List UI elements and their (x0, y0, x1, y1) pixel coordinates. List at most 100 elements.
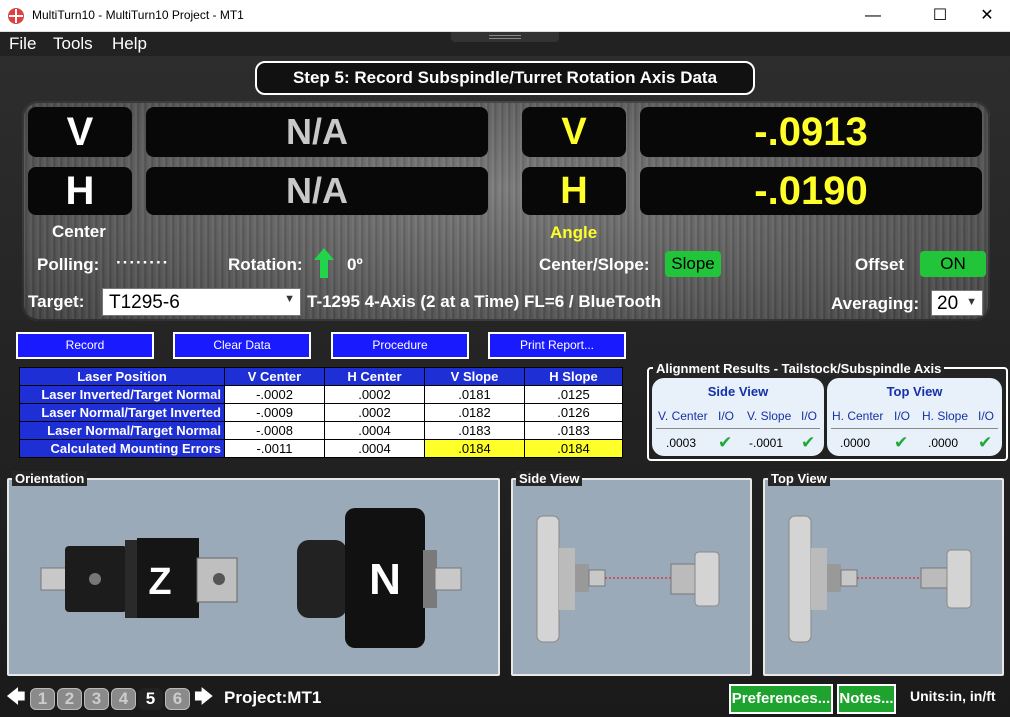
row-label: Calculated Mounting Errors (19, 439, 225, 458)
rotation-label: Rotation: (228, 255, 303, 274)
table-row: Laser Inverted/Target Normal -.0002 .000… (19, 385, 623, 404)
notes-button[interactable]: Notes... (837, 684, 896, 714)
header-h-center: H Center (324, 367, 425, 386)
minimize-button[interactable]: — (850, 0, 896, 32)
check-icon: ✔ (801, 433, 816, 452)
window-title: MultiTurn10 - MultiTurn10 Project - MT1 (32, 8, 244, 22)
top-h-center-value: .0000 (840, 436, 871, 450)
menu-tools[interactable]: Tools (53, 34, 93, 54)
top-view-panel (763, 478, 1004, 676)
app-icon (8, 8, 24, 24)
header-v-center: V Center (224, 367, 325, 386)
print-report-button[interactable]: Print Report... (488, 332, 626, 359)
offset-toggle[interactable]: ON (920, 251, 986, 277)
side-view-title: Side View (707, 384, 769, 399)
chevron-down-icon: ▼ (966, 296, 977, 308)
check-icon: ✔ (894, 433, 909, 452)
center-slope-toggle[interactable]: Slope (665, 251, 721, 277)
side-col-io: I/O (718, 409, 735, 423)
cell-h-slope: .0183 (524, 421, 623, 440)
header-h-slope: H Slope (524, 367, 623, 386)
center-slope-label: Center/Slope: (539, 255, 650, 274)
side-col-v-center: V. Center (658, 409, 708, 423)
check-icon: ✔ (978, 433, 993, 452)
procedure-button[interactable]: Procedure (331, 332, 469, 359)
offset-label: Offset (855, 255, 905, 274)
center-caption: Center (52, 222, 106, 241)
record-button[interactable]: Record (16, 332, 154, 359)
side-view-panel (511, 478, 752, 676)
center-h-value: N/A (146, 167, 488, 215)
table-row: Calculated Mounting Errors -.0011 .0004 … (19, 439, 623, 458)
step-5-button[interactable]: 5 (138, 688, 163, 710)
maximize-button[interactable]: ☐ (917, 0, 963, 32)
top-view-title: Top View (768, 471, 830, 486)
side-view-title: Side View (516, 471, 583, 486)
center-v-value: N/A (146, 107, 488, 157)
side-view-card: Side View V. Center I/O V. Slope I/O .00… (652, 378, 824, 456)
menu-help[interactable]: Help (112, 34, 147, 54)
top-col-io: I/O (894, 409, 911, 423)
target-select[interactable]: T1295-6 ▼ (102, 288, 301, 316)
cell-h-center: .0002 (324, 385, 425, 404)
angle-caption: Angle (550, 223, 598, 242)
cell-h-slope: .0126 (524, 403, 623, 422)
prev-step-icon[interactable]: 🡄 (6, 688, 26, 708)
next-step-icon[interactable]: 🡆 (194, 688, 214, 708)
rotation-value: 0º (347, 255, 363, 274)
cell-v-slope: .0182 (424, 403, 525, 422)
step-6-button[interactable]: 6 (165, 688, 190, 710)
angle-h-label: H (522, 167, 626, 215)
top-h-slope-value: .0000 (928, 436, 959, 450)
mark-z: Z (148, 561, 171, 603)
averaging-select-value: 20 (937, 293, 959, 314)
orientation-panel: Z N (7, 478, 500, 676)
cell-v-center: -.0002 (224, 385, 325, 404)
angle-v-label: V (522, 107, 626, 157)
polling-label: Polling: (37, 255, 100, 274)
center-v-label: V (28, 107, 132, 157)
averaging-select[interactable]: 20 ▼ (931, 290, 983, 316)
row-label: Laser Normal/Target Inverted (19, 403, 225, 422)
header-v-slope: V Slope (424, 367, 525, 386)
center-h-label: H (28, 167, 132, 215)
side-v-slope-value: -.0001 (749, 436, 784, 450)
top-col-h-center: H. Center (832, 409, 884, 423)
target-description: T-1295 4-Axis (2 at a Time) FL=6 / BlueT… (307, 292, 662, 311)
top-col-h-slope: H. Slope (922, 409, 969, 423)
cell-h-center: .0004 (324, 421, 425, 440)
units-label: Units:in, in/ft (910, 688, 996, 704)
step-title: Step 5: Record Subspindle/Turret Rotatio… (255, 61, 755, 95)
cell-h-slope: .0125 (524, 385, 623, 404)
alignment-results-title: Alignment Results - Tailstock/Subspindle… (653, 361, 945, 376)
data-table: Laser Position V Center H Center V Slope… (19, 367, 623, 458)
cell-h-center: .0002 (324, 403, 425, 422)
cell-h-slope: .0184 (524, 439, 623, 458)
preferences-button[interactable]: Preferences... (729, 684, 833, 714)
cell-v-slope: .0183 (424, 421, 525, 440)
side-view-illustration (536, 515, 720, 643)
menu-collapse-handle[interactable] (451, 32, 559, 42)
step-2-button[interactable]: 2 (57, 688, 82, 710)
step-4-button[interactable]: 4 (111, 688, 136, 710)
side-col-v-slope: V. Slope (747, 409, 792, 423)
chevron-down-icon: ▼ (284, 293, 295, 305)
menu-file[interactable]: File (9, 34, 36, 54)
top-col-io: I/O (978, 409, 995, 423)
close-button[interactable]: ✕ (964, 0, 1010, 32)
table-row: Laser Normal/Target Inverted -.0009 .000… (19, 403, 623, 422)
averaging-label: Averaging: (831, 294, 920, 313)
clear-data-button[interactable]: Clear Data (173, 332, 311, 359)
rotation-arrow-icon (314, 248, 334, 278)
step-1-button[interactable]: 1 (30, 688, 55, 710)
mark-n: N (369, 555, 401, 604)
title-bar: MultiTurn10 - MultiTurn10 Project - MT1 … (0, 0, 1010, 32)
cell-v-slope: .0184 (424, 439, 525, 458)
polling-indicator: ········ (116, 253, 170, 272)
row-label: Laser Inverted/Target Normal (19, 385, 225, 404)
target-label: Target: (28, 292, 85, 311)
top-view-title: Top View (886, 384, 943, 399)
orientation-illustration: Z N (40, 508, 462, 648)
header-laser-position: Laser Position (19, 367, 225, 386)
step-3-button[interactable]: 3 (84, 688, 109, 710)
